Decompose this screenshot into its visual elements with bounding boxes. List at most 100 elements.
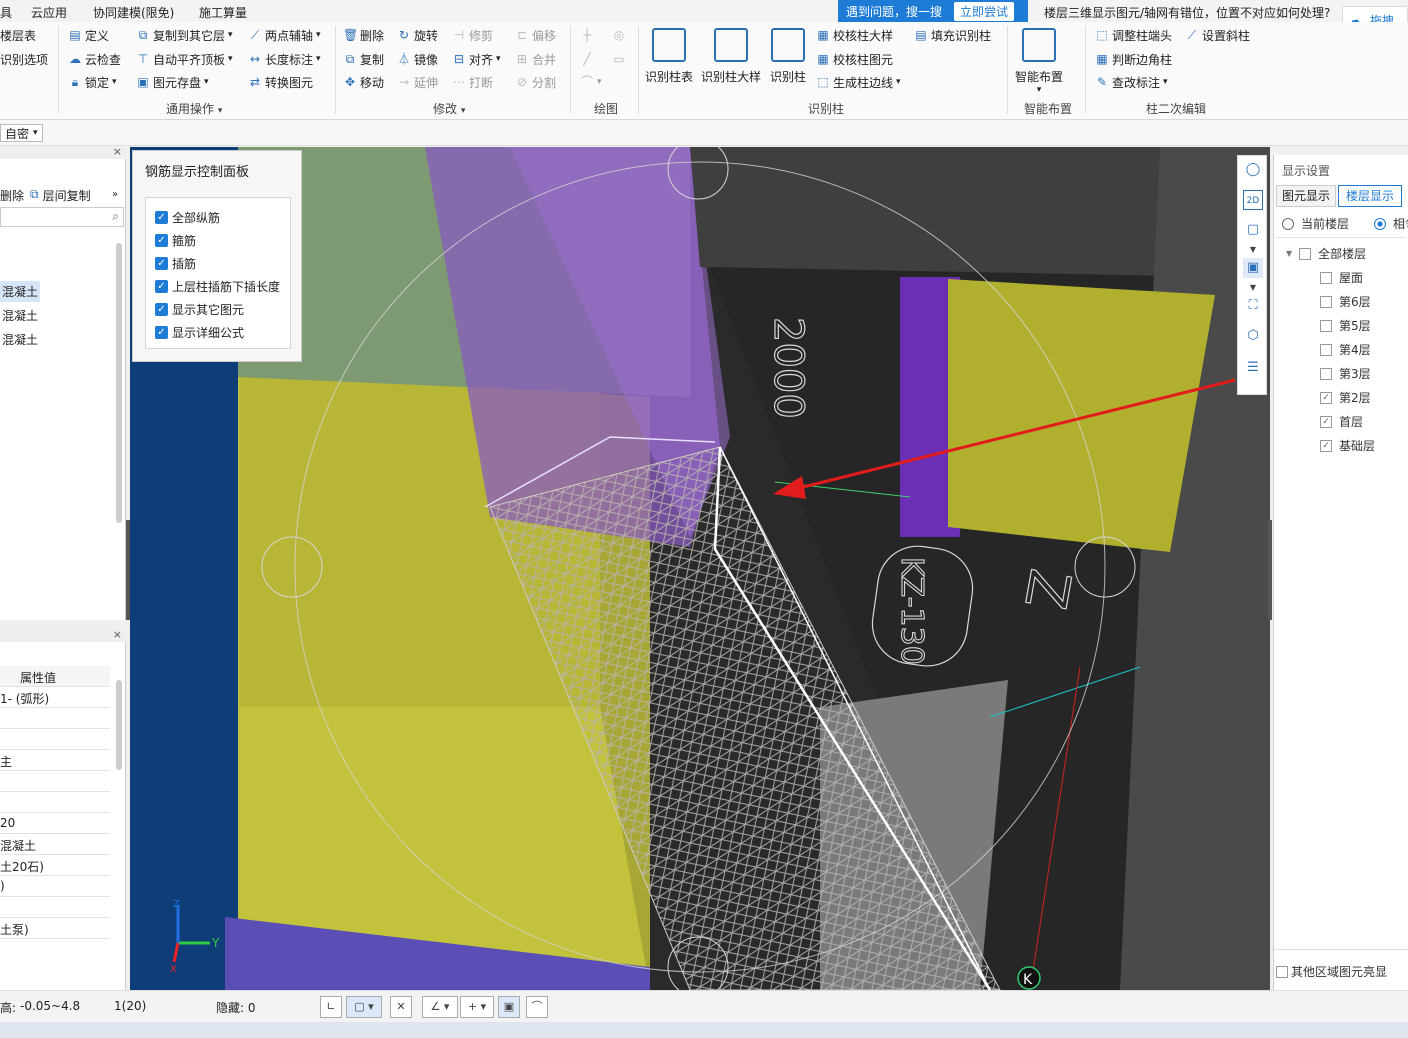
generate-column-edge-button[interactable]: ⬚ 生成柱边线 ▾ — [816, 73, 900, 91]
judge-corner-column-button[interactable]: ▦ 判断边角柱 — [1095, 50, 1172, 68]
draw-point-button[interactable]: ┼ — [580, 26, 594, 44]
snap-icon[interactable]: ▢ ▾ — [346, 996, 382, 1018]
arc-snap-icon[interactable]: ⌒ — [526, 996, 548, 1018]
tab-element-display[interactable]: 图元显示 — [1276, 185, 1336, 207]
align-button[interactable]: ⊟ 对齐 ▾ — [452, 50, 501, 68]
chevron-down-icon[interactable]: ▼ — [1243, 240, 1263, 260]
property-value[interactable] — [0, 897, 110, 918]
trim-button[interactable]: ⊣ 修剪 — [452, 26, 493, 44]
mirror-button[interactable]: ⏃ 镜像 — [397, 50, 438, 68]
smart-layout-button[interactable]: 智能布置 ▾ — [1015, 28, 1063, 95]
auto-align-slab-button[interactable]: ⊤ 自动平齐顶板 ▾ — [136, 50, 233, 68]
menu-item[interactable]: 具 — [0, 4, 12, 21]
convert-element-button[interactable]: ⇄ 转换图元 — [248, 73, 313, 91]
chevron-down-icon[interactable]: ▼ — [1243, 278, 1263, 298]
break-button[interactable]: ⋯ 打断 — [452, 73, 493, 91]
check-column-detail-button[interactable]: ▦ 校核柱大样 — [816, 26, 893, 44]
delete-button[interactable]: 删除 — [0, 187, 24, 204]
lock-button[interactable]: 🔒︎ 锁定 ▾ — [68, 73, 117, 91]
floor-copy-button[interactable]: ⧉ 层间复制 — [30, 187, 91, 204]
orbit-icon[interactable]: ◯ — [1243, 160, 1263, 180]
fit-view-icon[interactable]: ⛶ — [1243, 296, 1263, 316]
offset-button[interactable]: ⊏ 偏移 — [515, 26, 556, 44]
delete-button[interactable]: 🗑︎ 删除 — [343, 26, 384, 44]
floor-tree-item[interactable]: 第3层 — [1320, 365, 1371, 382]
copy-to-other-floor-button[interactable]: ⧉ 复制到其它层 ▾ — [136, 26, 233, 44]
scrollbar[interactable] — [116, 243, 122, 523]
show-other-elements-checkbox[interactable]: ✓ 显示其它图元 — [155, 301, 244, 318]
length-dimension-button[interactable]: ↔ 长度标注 ▾ — [248, 50, 321, 68]
property-value[interactable]: 20 — [0, 813, 110, 834]
all-longitudinal-checkbox[interactable]: ✓ 全部纵筋 — [155, 209, 220, 226]
floor-tree-item[interactable]: ✓ 基础层 — [1320, 437, 1375, 454]
copy-button[interactable]: ⧉ 复制 — [343, 50, 384, 68]
highlight-other-area-checkbox[interactable]: 其他区域图元亮显 — [1276, 963, 1387, 980]
cross-icon[interactable]: ✕ — [390, 996, 412, 1018]
angle-icon[interactable]: ∠ ▾ — [422, 996, 458, 1018]
property-value[interactable]: 土泵) — [0, 918, 110, 939]
adjacent-floor-radio[interactable]: 相邻 — [1374, 215, 1408, 232]
close-icon[interactable]: × — [113, 145, 122, 158]
floor-tree-item[interactable]: ✓ 第2层 — [1320, 389, 1371, 406]
draw-arc-button[interactable]: ⌒ ▾ — [580, 73, 602, 91]
search-input[interactable]: ⌕ — [0, 207, 124, 227]
floor-tree-item[interactable]: 第5层 — [1320, 317, 1371, 334]
concrete-dropdown[interactable]: 自密 ▾ — [0, 124, 43, 142]
recognize-column-button[interactable]: 识别柱 — [770, 28, 806, 85]
define-button[interactable]: ▤ 定义 — [68, 26, 109, 44]
two-point-axis-button[interactable]: ⟋ 两点辅轴 ▾ — [248, 26, 321, 44]
offset-snap-icon[interactable]: + ▾ — [460, 996, 494, 1018]
property-value[interactable] — [0, 729, 110, 750]
scrollbar[interactable] — [116, 680, 122, 770]
try-now-button[interactable]: 立即尝试 — [954, 1, 1015, 21]
move-button[interactable]: ✥ 移动 — [343, 73, 384, 91]
rotate-button[interactable]: ↻ 旋转 — [397, 26, 438, 44]
list-item[interactable]: 混凝土 — [0, 307, 40, 324]
edit-annotation-button[interactable]: ✎ 查改标注 ▾ — [1095, 73, 1168, 91]
cloud-check-button[interactable]: ☁ 云检查 — [68, 50, 121, 68]
menu-item[interactable]: 云应用 — [31, 4, 67, 21]
recognize-options-button[interactable]: 识别选项 — [0, 50, 48, 68]
recognize-column-detail-button[interactable]: 识别柱大样 — [701, 28, 761, 85]
dowel-checkbox[interactable]: ✓ 插筋 — [155, 255, 196, 272]
3d-box-icon[interactable]: ▢ — [1243, 220, 1263, 240]
draw-line-button[interactable]: ╱ — [580, 50, 594, 68]
menu-item[interactable]: 施工算量 — [199, 4, 247, 21]
draw-rect-button[interactable]: ▭ — [612, 50, 626, 68]
select-mode-icon[interactable]: ▣ — [498, 996, 520, 1018]
merge-button[interactable]: ⊞ 合并 — [515, 50, 556, 68]
ortho-icon[interactable]: ∟ — [320, 996, 342, 1018]
floor-tree-item[interactable]: ✓ 首层 — [1320, 413, 1363, 430]
more-icon[interactable]: » — [112, 189, 118, 200]
split-button[interactable]: ⊘ 分割 — [515, 73, 556, 91]
list-item[interactable]: 混凝土 — [0, 281, 41, 302]
floor-table-button[interactable]: 楼层表 — [0, 26, 36, 44]
menu-item[interactable]: 协同建模(限免) — [93, 4, 174, 21]
show-formula-checkbox[interactable]: ✓ 显示详细公式 — [155, 324, 244, 341]
set-slant-column-button[interactable]: ⟋ 设置斜柱 — [1185, 26, 1250, 44]
stirrup-checkbox[interactable]: ✓ 箍筋 — [155, 232, 196, 249]
list-view-icon[interactable]: ☰ — [1243, 358, 1263, 378]
panel-splitter[interactable] — [1268, 520, 1272, 620]
property-value[interactable]: 主 — [0, 750, 110, 771]
upper-dowel-length-checkbox[interactable]: ✓ 上层柱插筋下插长度 — [155, 278, 280, 295]
property-value[interactable] — [0, 792, 110, 813]
2d-view-icon[interactable]: 2D — [1243, 190, 1263, 210]
current-floor-radio[interactable]: 当前楼层 — [1282, 215, 1349, 232]
property-value[interactable]: 1- (弧形) — [0, 687, 110, 708]
floor-tree-item[interactable]: 第6层 — [1320, 293, 1371, 310]
recognize-column-table-button[interactable]: 识别柱表 — [645, 28, 693, 85]
property-value[interactable] — [0, 708, 110, 729]
fill-recognize-column-button[interactable]: ▤ 填充识别柱 — [914, 26, 991, 44]
property-value[interactable]: 混凝土 — [0, 834, 110, 855]
extend-button[interactable]: ⊸ 延伸 — [397, 73, 438, 91]
draw-rotate-point-button[interactable]: ◎ — [612, 26, 626, 44]
tab-floor-display[interactable]: 楼层显示 — [1338, 185, 1402, 207]
list-item[interactable]: 混凝土 — [0, 331, 40, 348]
floor-tree-item[interactable]: ▼ 全部楼层 — [1286, 245, 1366, 262]
close-icon[interactable]: × — [113, 628, 122, 641]
property-value[interactable]: 土20石) — [0, 855, 110, 876]
floor-tree-item[interactable]: 屋面 — [1320, 269, 1363, 286]
3d-solid-icon[interactable]: ▣ — [1243, 258, 1263, 278]
cube-view-icon[interactable]: ⬡ — [1243, 326, 1263, 346]
